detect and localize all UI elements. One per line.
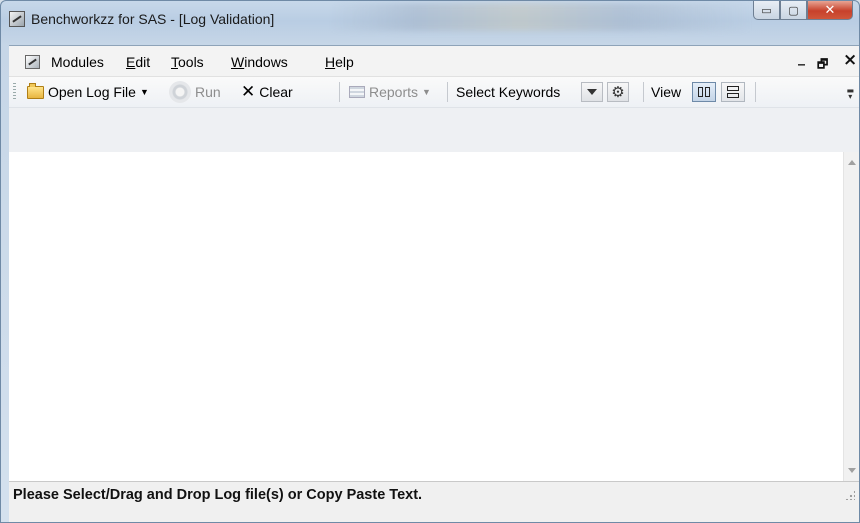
view-side-by-side-button[interactable]	[692, 82, 716, 102]
view-stacked-button[interactable]	[721, 82, 745, 102]
mdi-client: Modules Edit Tools Windows Help _ 🗗 × Op…	[9, 45, 859, 522]
keywords-settings-button[interactable]: ⚙	[607, 82, 629, 102]
menu-tools-label: ools	[178, 54, 204, 70]
status-message: Please Select/Drag and Drop Log file(s) …	[13, 487, 423, 503]
child-window-icon[interactable]	[25, 55, 40, 69]
toolbar-separator	[755, 82, 756, 102]
window-title: Benchworkzz for SAS - [Log Validation]	[31, 11, 275, 27]
view-text: View	[651, 84, 682, 100]
menu-help[interactable]: Help	[325, 54, 354, 70]
split-horizontal-icon	[727, 86, 739, 98]
caption-buttons: ▭ ▢ ✕	[753, 1, 853, 21]
mdi-close-button[interactable]: ×	[843, 50, 857, 70]
menu-help-mnemonic: H	[325, 54, 336, 70]
mdi-restore-icon: 🗗	[817, 57, 829, 71]
minimize-button[interactable]: ▭	[753, 1, 780, 20]
reports-button[interactable]: Reports ▼	[349, 83, 431, 101]
mdi-close-icon: ×	[843, 50, 858, 70]
report-icon	[349, 86, 365, 98]
close-icon: ✕	[824, 2, 836, 18]
keywords-dropdown-button[interactable]	[581, 82, 603, 102]
menu-edit-label: dit	[135, 54, 151, 70]
menu-tools-mnemonic: T	[171, 54, 178, 70]
menu-windows[interactable]: Windows	[231, 54, 288, 70]
mdi-restore-button[interactable]: 🗗	[817, 55, 828, 76]
toolbar-separator	[447, 82, 448, 102]
mdi-minimize-button[interactable]: _	[798, 50, 805, 66]
mdi-minimize-icon: _	[798, 50, 805, 66]
toolbar-separator	[339, 82, 340, 102]
gear-icon: ⚙	[611, 83, 625, 101]
scroll-down-icon[interactable]	[848, 468, 856, 473]
menu-tools[interactable]: Tools	[171, 54, 204, 70]
chevron-down-icon: ▼	[422, 87, 431, 97]
scroll-up-icon[interactable]	[848, 160, 856, 165]
maximize-button[interactable]: ▢	[780, 1, 807, 20]
folder-open-icon	[27, 82, 44, 99]
toolbar-grip[interactable]	[13, 83, 16, 101]
chevron-down-icon: ▼	[139, 87, 149, 97]
menu-edit-mnemonic: E	[126, 54, 136, 70]
split-vertical-icon	[698, 87, 710, 97]
app-window: Benchworkzz for SAS - [Log Validation] ▭…	[0, 0, 860, 523]
view-label: View	[651, 83, 681, 101]
resize-grip-icon[interactable]	[845, 490, 855, 500]
menu-modules-label: Modules	[51, 54, 104, 70]
chevron-down-icon	[587, 89, 597, 95]
run-button[interactable]: Run	[169, 81, 221, 103]
toolbar: Open Log File ▼ Run ✕ Clear Reports ▼ Se…	[9, 77, 859, 108]
open-log-file-label: Open Log File	[48, 84, 136, 100]
toolbar-overflow-icon[interactable]: ▬ ▾	[846, 87, 854, 101]
menu-help-label: elp	[335, 54, 354, 70]
select-keywords-text: Select Keywords	[456, 84, 561, 100]
gear-run-icon	[169, 81, 191, 103]
select-keywords-label: Select Keywords	[456, 83, 560, 101]
maximize-icon: ▢	[788, 3, 799, 17]
clear-label: Clear	[259, 84, 293, 100]
menu-windows-label: indows	[244, 54, 288, 70]
title-bar[interactable]: Benchworkzz for SAS - [Log Validation] ▭…	[1, 1, 859, 45]
clear-button[interactable]: ✕ Clear	[241, 83, 293, 101]
close-icon: ✕	[241, 82, 256, 101]
open-log-file-button[interactable]: Open Log File ▼	[27, 82, 149, 101]
minimize-icon: ▭	[761, 3, 772, 17]
vertical-scrollbar[interactable]	[843, 152, 859, 481]
menu-edit[interactable]: Edit	[126, 54, 150, 70]
menu-bar: Modules Edit Tools Windows Help _ 🗗 ×	[9, 46, 859, 77]
status-bar: Please Select/Drag and Drop Log file(s) …	[9, 481, 859, 522]
toolbar-separator	[643, 82, 644, 102]
menu-modules[interactable]: Modules	[51, 54, 104, 70]
panel-header-strip	[9, 108, 859, 152]
run-label: Run	[195, 84, 221, 100]
log-text-area[interactable]	[9, 152, 843, 481]
title-bar-background	[331, 3, 751, 31]
close-button[interactable]: ✕	[807, 1, 853, 20]
app-icon[interactable]	[9, 11, 25, 27]
menu-windows-mnemonic: W	[231, 54, 245, 70]
reports-label: Reports	[369, 84, 419, 100]
